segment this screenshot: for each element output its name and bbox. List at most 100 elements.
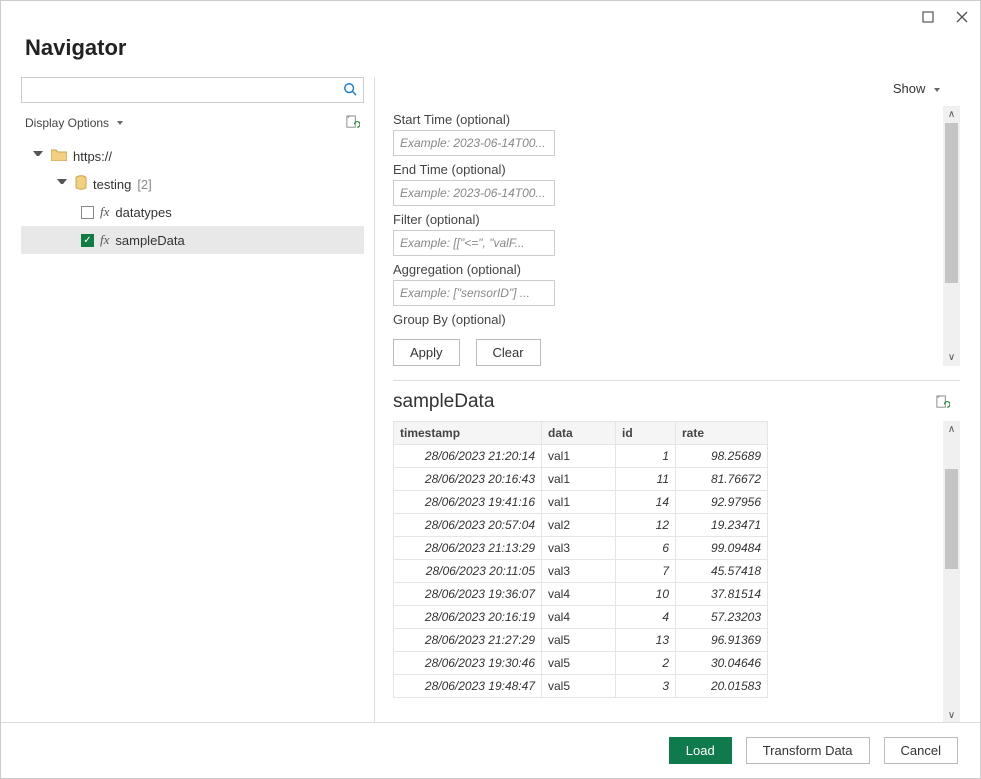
table-row[interactable]: 28/06/2023 19:48:47val5320.01583 — [394, 675, 768, 698]
table-cell: val3 — [542, 537, 616, 560]
table-row[interactable]: 28/06/2023 20:16:43val11181.76672 — [394, 468, 768, 491]
table-cell: val3 — [542, 560, 616, 583]
parameters-section: Start Time (optional) Example: 2023-06-1… — [393, 106, 943, 366]
cancel-button[interactable]: Cancel — [884, 737, 958, 764]
table-cell: val1 — [542, 445, 616, 468]
table-row[interactable]: 28/06/2023 19:36:07val41037.81514 — [394, 583, 768, 606]
table-cell: val4 — [542, 583, 616, 606]
table-cell: 4 — [616, 606, 676, 629]
scroll-up-icon[interactable]: ∧ — [943, 106, 960, 123]
table-row[interactable]: 28/06/2023 21:13:29val3699.09484 — [394, 537, 768, 560]
table-cell: 2 — [616, 652, 676, 675]
table-cell: 28/06/2023 21:20:14 — [394, 445, 542, 468]
table-row[interactable]: 28/06/2023 20:11:05val3745.57418 — [394, 560, 768, 583]
start-time-input[interactable]: Example: 2023-06-14T00... — [393, 130, 555, 156]
table-cell: 19.23471 — [676, 514, 768, 537]
table-row[interactable]: 28/06/2023 20:57:04val21219.23471 — [394, 514, 768, 537]
maximize-button[interactable] — [918, 7, 938, 30]
navigator-tree: https:// testing [2] fx datatypes ✓ fx s… — [21, 142, 364, 724]
table-cell: 11 — [616, 468, 676, 491]
search-box[interactable] — [21, 77, 364, 103]
refresh-icon[interactable] — [345, 115, 360, 130]
fx-icon: fx — [100, 232, 109, 248]
fx-icon: fx — [100, 204, 109, 220]
refresh-preview-icon[interactable] — [935, 395, 950, 410]
show-dropdown[interactable]: Show — [893, 81, 940, 96]
table-cell: 98.25689 — [676, 445, 768, 468]
tree-root-label: https:// — [73, 149, 112, 164]
table-cell: 20.01583 — [676, 675, 768, 698]
table-row[interactable]: 28/06/2023 21:20:14val1198.25689 — [394, 445, 768, 468]
table-cell: 28/06/2023 20:16:19 — [394, 606, 542, 629]
maximize-icon — [922, 11, 934, 23]
table-cell: 3 — [616, 675, 676, 698]
end-time-input[interactable]: Example: 2023-06-14T00... — [393, 180, 555, 206]
load-button[interactable]: Load — [669, 737, 732, 764]
scroll-down-icon[interactable]: ∨ — [943, 349, 960, 366]
col-header-timestamp[interactable]: timestamp — [394, 422, 542, 445]
table-row[interactable]: 28/06/2023 21:27:29val51396.91369 — [394, 629, 768, 652]
table-cell: 28/06/2023 21:27:29 — [394, 629, 542, 652]
col-header-data[interactable]: data — [542, 422, 616, 445]
tree-leaf-sampledata[interactable]: ✓ fx sampleData — [21, 226, 364, 254]
dialog-title: Navigator — [1, 35, 980, 77]
table-cell: 81.76672 — [676, 468, 768, 491]
table-cell: 28/06/2023 19:36:07 — [394, 583, 542, 606]
close-icon — [956, 11, 968, 23]
col-header-rate[interactable]: rate — [676, 422, 768, 445]
checkbox-unchecked[interactable] — [81, 206, 94, 219]
table-cell: val5 — [542, 675, 616, 698]
table-cell: 96.91369 — [676, 629, 768, 652]
folder-icon — [51, 148, 67, 164]
table-cell: 30.04646 — [676, 652, 768, 675]
search-input[interactable] — [28, 83, 343, 98]
transform-data-button[interactable]: Transform Data — [746, 737, 870, 764]
apply-button[interactable]: Apply — [393, 339, 460, 366]
divider — [393, 380, 960, 381]
display-options-dropdown[interactable]: Display Options — [25, 116, 123, 130]
table-cell: 92.97956 — [676, 491, 768, 514]
table-cell: 12 — [616, 514, 676, 537]
clear-button[interactable]: Clear — [476, 339, 541, 366]
filter-input[interactable]: Example: [["<=", "valF... — [393, 230, 555, 256]
caret-icon — [57, 179, 67, 189]
filter-label: Filter (optional) — [393, 212, 943, 227]
display-options-label: Display Options — [25, 116, 109, 130]
tree-node-count: [2] — [137, 177, 151, 192]
checkbox-checked[interactable]: ✓ — [81, 234, 94, 247]
table-row[interactable]: 28/06/2023 19:30:46val5230.04646 — [394, 652, 768, 675]
table-cell: val1 — [542, 468, 616, 491]
scroll-up-icon[interactable]: ∧ — [943, 421, 960, 438]
params-scrollbar[interactable]: ∧ ∨ — [943, 106, 960, 366]
end-time-label: End Time (optional) — [393, 162, 943, 177]
aggregation-input[interactable]: Example: ["sensorID"] ... — [393, 280, 555, 306]
col-header-id[interactable]: id — [616, 422, 676, 445]
caret-icon — [33, 151, 43, 161]
table-cell: val1 — [542, 491, 616, 514]
table-cell: 14 — [616, 491, 676, 514]
aggregation-label: Aggregation (optional) — [393, 262, 943, 277]
table-row[interactable]: 28/06/2023 20:16:19val4457.23203 — [394, 606, 768, 629]
table-cell: 28/06/2023 19:41:16 — [394, 491, 542, 514]
table-cell: 13 — [616, 629, 676, 652]
table-header-row: timestamp data id rate — [394, 422, 768, 445]
table-cell: val2 — [542, 514, 616, 537]
tree-leaf-label: datatypes — [115, 205, 171, 220]
table-cell: 45.57418 — [676, 560, 768, 583]
table-cell: 7 — [616, 560, 676, 583]
table-row[interactable]: 28/06/2023 19:41:16val11492.97956 — [394, 491, 768, 514]
table-cell: 6 — [616, 537, 676, 560]
tree-node-testing[interactable]: testing [2] — [21, 170, 364, 198]
navigator-tree-pane: Display Options https:// testing — [21, 77, 375, 724]
scroll-thumb[interactable] — [945, 123, 958, 283]
scroll-thumb[interactable] — [945, 469, 958, 569]
table-scrollbar[interactable]: ∧ ∨ — [943, 421, 960, 724]
tree-leaf-datatypes[interactable]: fx datatypes — [21, 198, 364, 226]
preview-title: sampleData — [393, 391, 494, 413]
table-cell: val4 — [542, 606, 616, 629]
title-bar — [1, 1, 980, 35]
show-label: Show — [893, 81, 926, 96]
close-button[interactable] — [952, 7, 972, 30]
tree-root[interactable]: https:// — [21, 142, 364, 170]
search-icon[interactable] — [343, 82, 357, 99]
